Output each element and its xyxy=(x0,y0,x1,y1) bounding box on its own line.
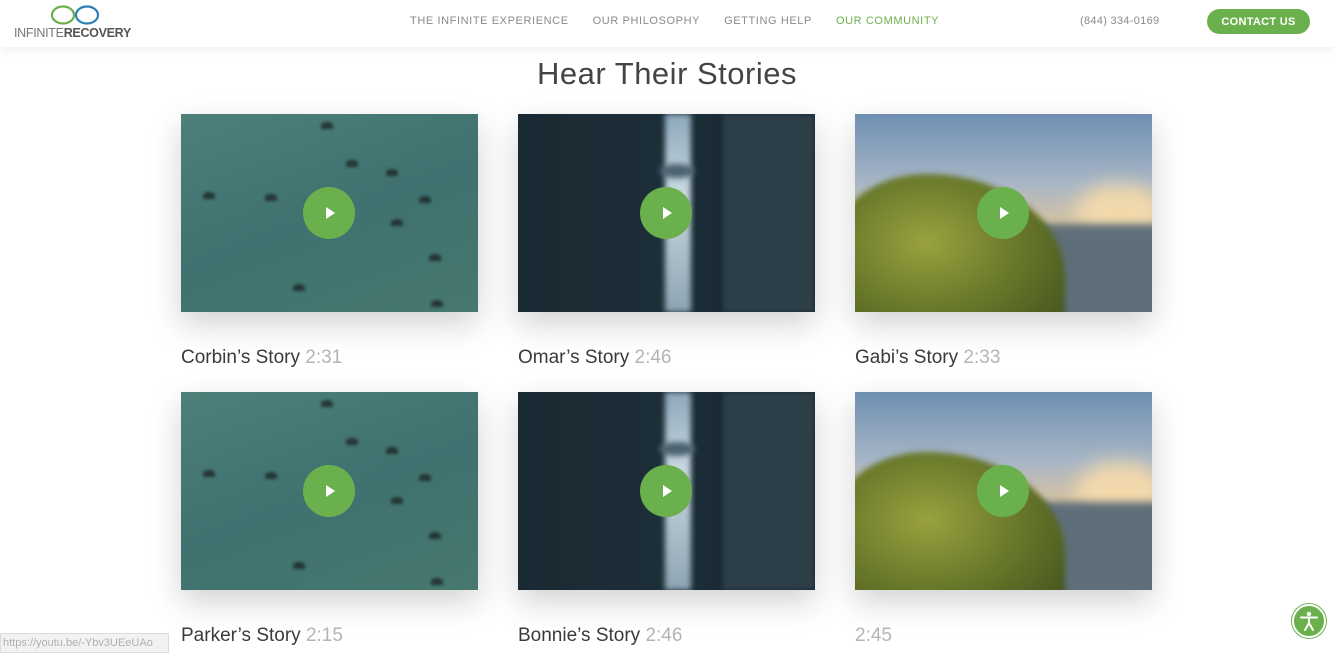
main-nav: THE INFINITE EXPERIENCE OUR PHILOSOPHY G… xyxy=(410,15,963,27)
video-title: Gabi’s Story xyxy=(855,347,959,368)
play-button[interactable] xyxy=(303,187,355,239)
play-icon xyxy=(663,485,672,497)
play-button[interactable] xyxy=(303,465,355,517)
nav-getting-help[interactable]: GETTING HELP xyxy=(724,15,812,27)
infinity-logo-icon xyxy=(50,5,100,25)
video-title: Parker’s Story xyxy=(181,625,301,646)
play-button[interactable] xyxy=(640,465,692,517)
video-card: Omar’s Story 2:46 xyxy=(518,114,815,368)
play-button[interactable] xyxy=(640,187,692,239)
video-card: Corbin’s Story 2:31 xyxy=(181,114,478,368)
video-caption[interactable]: Corbin’s Story 2:31 xyxy=(181,347,342,369)
video-caption[interactable]: 2:45 xyxy=(855,625,892,647)
logo-text: INFINITERECOVERY xyxy=(14,26,131,40)
video-thumbnail[interactable] xyxy=(855,392,1152,590)
nav-our-philosophy[interactable]: OUR PHILOSOPHY xyxy=(593,15,700,27)
page-heading: Hear Their Stories xyxy=(537,56,797,91)
nav-our-community[interactable]: OUR COMMUNITY xyxy=(836,15,939,27)
play-icon xyxy=(663,207,672,219)
video-title: Corbin’s Story xyxy=(181,347,300,368)
video-duration: 2:46 xyxy=(645,625,683,646)
status-bar-url: https://youtu.be/-Ybv3UEeUAo xyxy=(0,633,169,653)
video-thumbnail[interactable] xyxy=(181,392,478,590)
video-thumbnail[interactable] xyxy=(181,114,478,312)
video-title: Omar’s Story xyxy=(518,347,630,368)
site-header: INFINITERECOVERY THE INFINITE EXPERIENCE… xyxy=(0,0,1334,47)
play-icon xyxy=(1000,485,1009,497)
video-thumbnail[interactable] xyxy=(855,114,1152,312)
logo[interactable]: INFINITERECOVERY xyxy=(14,4,144,42)
video-thumbnail[interactable] xyxy=(518,392,815,590)
accessibility-button[interactable] xyxy=(1292,604,1326,638)
phone-number[interactable]: (844) 334-0169 xyxy=(1080,15,1159,27)
video-duration: 2:15 xyxy=(305,625,343,646)
accessibility-icon xyxy=(1300,611,1318,631)
video-thumbnail[interactable] xyxy=(518,114,815,312)
video-caption[interactable]: Parker’s Story 2:15 xyxy=(181,625,343,647)
video-card: Gabi’s Story 2:33 xyxy=(855,114,1152,368)
play-button[interactable] xyxy=(977,465,1029,517)
video-caption[interactable]: Gabi’s Story 2:33 xyxy=(855,347,1000,369)
video-card: Parker’s Story 2:15 xyxy=(181,392,478,646)
video-duration: 2:33 xyxy=(963,347,1001,368)
play-icon xyxy=(1000,207,1009,219)
video-caption[interactable]: Omar’s Story 2:46 xyxy=(518,347,671,369)
play-button[interactable] xyxy=(977,187,1029,239)
logo-text-infinite: INFINITE xyxy=(14,26,64,40)
video-duration: 2:31 xyxy=(305,347,343,368)
play-icon xyxy=(326,207,335,219)
video-card: 2:45 xyxy=(855,392,1152,646)
video-duration: 2:46 xyxy=(634,347,672,368)
video-card: Bonnie’s Story 2:46 xyxy=(518,392,815,646)
video-caption[interactable]: Bonnie’s Story 2:46 xyxy=(518,625,682,647)
contact-us-button[interactable]: CONTACT US xyxy=(1207,9,1310,34)
play-icon xyxy=(326,485,335,497)
video-title: Bonnie’s Story xyxy=(518,625,641,646)
video-duration: 2:45 xyxy=(855,625,892,646)
nav-the-infinite-experience[interactable]: THE INFINITE EXPERIENCE xyxy=(410,15,569,27)
logo-text-recovery: RECOVERY xyxy=(63,26,132,40)
